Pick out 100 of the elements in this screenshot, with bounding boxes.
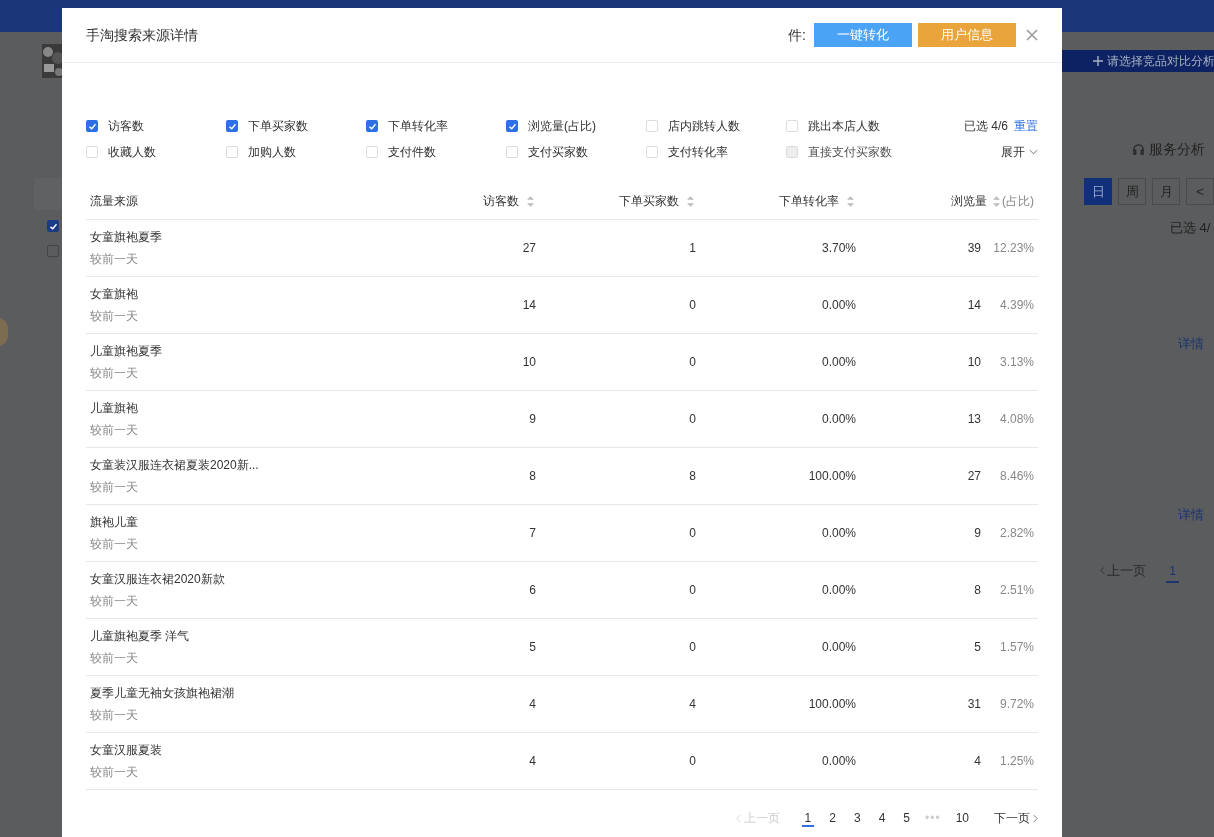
chevron-down-icon	[1029, 149, 1038, 155]
chevron-left-icon	[735, 813, 741, 823]
table-cell-text: 0	[689, 411, 696, 428]
source-keyword: 女童汉服连衣裙2020新款	[90, 571, 226, 588]
table-cell-text: 0.00%	[821, 582, 856, 599]
compare-label: 较前一天	[90, 479, 139, 496]
page-number[interactable]: 4	[875, 809, 889, 827]
table-cell-text: 3.70%	[821, 240, 856, 257]
table-cell-text: 8	[974, 582, 981, 599]
metric-checkbox[interactable]: 访客数	[86, 117, 226, 135]
table-cell-text: 1	[689, 240, 696, 257]
table-cell-text: 39	[967, 240, 981, 257]
metric-checkbox[interactable]: 浏览量(占比)	[506, 117, 646, 135]
compare-label: 较前一天	[90, 764, 139, 781]
table-cell-text: 0.00%	[821, 297, 856, 314]
expand-button[interactable]: 展开	[1001, 143, 1038, 161]
dialog-title: 手淘搜索来源详情	[86, 25, 198, 45]
page-number[interactable]: 1	[801, 809, 815, 827]
column-header: 流量来源	[89, 193, 139, 210]
page-number[interactable]: 2	[826, 809, 839, 827]
table-cell-text: 3.13%	[998, 354, 1034, 371]
compare-label: 较前一天	[90, 251, 139, 268]
table-cell-text: 0	[689, 525, 696, 542]
metric-checkbox[interactable]: 下单转化率	[366, 117, 506, 135]
table-cell-text: 12.23%	[992, 240, 1034, 257]
metric-checkbox[interactable]: 支付转化率	[646, 143, 786, 161]
metric-checkbox[interactable]: 收藏人数	[86, 143, 226, 161]
table-cell-text: 2.51%	[998, 582, 1034, 599]
table-cell-text: 100.00%	[808, 696, 856, 713]
compare-label: 较前一天	[90, 308, 139, 325]
table-cell-text: 9	[529, 411, 536, 428]
column-header[interactable]: 浏览量	[951, 192, 987, 210]
table-cell-text: 0.00%	[821, 354, 856, 371]
metric-checkbox[interactable]: 加购人数	[226, 143, 366, 161]
card-background	[34, 178, 62, 210]
metric-checkbox[interactable]: 跳出本店人数	[786, 117, 926, 135]
table-cell-text: 0	[689, 354, 696, 371]
compare-label: 较前一天	[90, 536, 139, 553]
plus-icon	[1092, 55, 1104, 67]
sort-icon[interactable]	[847, 195, 854, 207]
table-cell-text: 4	[689, 696, 696, 713]
table-cell-text: 27	[522, 240, 536, 257]
table-cell-text: 0.00%	[821, 525, 856, 542]
source-keyword: 儿童旗袍	[90, 400, 139, 417]
chevron-right-icon	[1033, 813, 1038, 823]
table-cell-text: 4	[529, 753, 536, 770]
source-keyword: 旗袍儿童	[90, 514, 139, 531]
compare-label: 较前一天	[90, 593, 139, 610]
metric-checkbox[interactable]: 支付件数	[366, 143, 506, 161]
compare-button[interactable]: 请选择竞品对比分析	[1062, 50, 1214, 72]
table-cell-text: 10	[522, 354, 536, 371]
check-icon	[367, 121, 377, 131]
compare-label: 较前一天	[90, 365, 139, 382]
page-number[interactable]: 3	[850, 809, 864, 827]
source-keyword: 女童装汉服连衣裙夏装2020新...	[90, 457, 260, 474]
reset-link[interactable]: 重置	[1014, 117, 1038, 135]
period-button[interactable]: 日	[1084, 178, 1112, 205]
page-number[interactable]: 5	[900, 809, 914, 827]
checkbox[interactable]	[47, 220, 59, 232]
table-cell-text: 14	[967, 297, 981, 314]
source-keyword: 儿童旗袍夏季	[90, 343, 163, 360]
sort-icon[interactable]	[527, 195, 534, 207]
metric-checkbox[interactable]: 支付买家数	[506, 143, 646, 161]
sort-icon[interactable]	[687, 195, 694, 207]
table-cell-text: 0.00%	[821, 411, 856, 428]
table-cell-text: 31	[967, 696, 981, 713]
table-cell-text: 0.00%	[821, 753, 856, 770]
table-cell-text: 6	[529, 582, 536, 599]
source-keyword: 女童旗袍	[90, 286, 139, 303]
table-cell-text: 1.25%	[998, 753, 1034, 770]
check-icon	[227, 121, 237, 131]
compare-label: 较前一天	[90, 650, 139, 667]
check-icon	[48, 221, 58, 231]
table-cell-text: 2.82%	[998, 525, 1034, 542]
table-cell-text: 4	[974, 753, 981, 770]
table-cell-text: 1.57%	[998, 639, 1034, 656]
column-header[interactable]: 访客数	[483, 192, 519, 210]
check-icon	[507, 121, 517, 131]
column-header: (占比)	[1002, 193, 1034, 210]
sort-icon[interactable]	[993, 195, 1000, 207]
table-cell-text: 0	[689, 753, 696, 770]
page-number[interactable]: 10	[952, 809, 972, 827]
source-keyword: 女童汉服夏装	[90, 742, 163, 759]
table-cell-text: 9	[974, 525, 981, 542]
table-cell-text: 0	[689, 297, 696, 314]
table-cell-text: 0	[689, 582, 696, 599]
table-cell-text: 10	[967, 354, 981, 371]
close-icon[interactable]	[1026, 29, 1038, 41]
table-cell-text: 13	[967, 411, 981, 428]
column-header[interactable]: 下单买家数	[619, 192, 679, 210]
table-cell-text: 9.72%	[998, 696, 1034, 713]
metric-checkbox[interactable]: 下单买家数	[226, 117, 366, 135]
checkbox[interactable]	[47, 245, 59, 257]
compare-label: 较前一天	[90, 422, 139, 439]
metric-checkbox[interactable]: 店内跳转人数	[646, 117, 786, 135]
next-page-button[interactable]: 下一页	[994, 809, 1038, 827]
table-cell-text: 14	[522, 297, 536, 314]
table-cell-text: 0	[689, 639, 696, 656]
column-header[interactable]: 下单转化率	[779, 192, 839, 210]
source-keyword: 女童旗袍夏季	[90, 229, 163, 246]
